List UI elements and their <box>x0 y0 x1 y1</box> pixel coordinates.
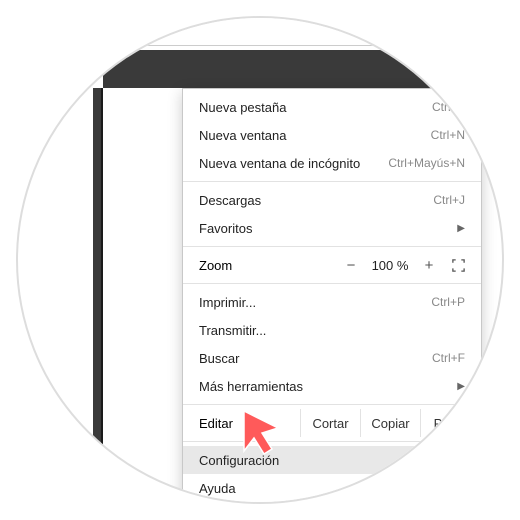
shortcut: Ctrl+N <box>431 128 465 142</box>
separator <box>183 441 481 442</box>
menu-label: Más herramientas <box>199 379 303 394</box>
submenu-arrow-icon: ▶ <box>457 223 465 234</box>
shortcut: Ctrl+Mayús+N <box>388 156 465 170</box>
menu-label: Nueva pestaña <box>199 100 286 115</box>
browser-window <box>103 16 502 88</box>
shortcut: Ctrl+F <box>432 351 465 365</box>
menu-label: Ayuda <box>199 481 236 496</box>
separator <box>183 283 481 284</box>
menu-item-new-tab[interactable]: Nueva pestaña Ctrl+T <box>183 93 481 121</box>
chrome-menu: Nueva pestaña Ctrl+T Nueva ventana Ctrl+… <box>182 88 482 504</box>
menu-item-print[interactable]: Imprimir... Ctrl+P <box>183 288 481 316</box>
menu-label: Nueva ventana de incógnito <box>199 156 360 171</box>
zoom-value: 100 % <box>365 258 415 273</box>
menu-item-incognito[interactable]: Nueva ventana de incógnito Ctrl+Mayús+N <box>183 149 481 177</box>
menu-label: Buscar <box>199 351 239 366</box>
shortcut: Ctrl+J <box>433 193 465 207</box>
menu-label: Imprimir... <box>199 295 256 310</box>
menu-item-bookmarks[interactable]: Favoritos ▶ <box>183 214 481 242</box>
menu-item-new-window[interactable]: Nueva ventana Ctrl+N <box>183 121 481 149</box>
menu-item-cast[interactable]: Transmitir... <box>183 316 481 344</box>
menu-item-downloads[interactable]: Descargas Ctrl+J <box>183 186 481 214</box>
window-titlebar <box>103 16 502 46</box>
separator <box>183 181 481 182</box>
zoom-in-button[interactable]: + <box>415 257 443 274</box>
menu-label: Zoom <box>199 258 337 273</box>
menu-item-find[interactable]: Buscar Ctrl+F <box>183 344 481 372</box>
menu-label: Descargas <box>199 193 261 208</box>
menu-item-edit: Editar Cortar Copiar Pegar <box>183 409 481 437</box>
menu-label: Nueva ventana <box>199 128 286 143</box>
maximize-button[interactable] <box>446 16 474 41</box>
minimize-button[interactable] <box>398 16 426 41</box>
fullscreen-button[interactable] <box>443 258 473 273</box>
window-edge <box>93 88 103 502</box>
menu-item-help[interactable]: Ayuda ▶ <box>183 474 481 502</box>
edit-cut-button[interactable]: Cortar <box>301 409 361 437</box>
submenu-arrow-icon: ▶ <box>457 381 465 392</box>
zoom-out-button[interactable]: − <box>337 257 365 274</box>
bookmark-star-icon[interactable] <box>419 60 435 79</box>
menu-label: Favoritos <box>199 221 252 236</box>
menu-button[interactable] <box>473 58 484 81</box>
separator <box>183 404 481 405</box>
shortcut: Ctrl+T <box>432 100 465 114</box>
shortcut: Ctrl+P <box>431 295 465 309</box>
menu-label: Transmitir... <box>199 323 266 338</box>
edit-paste-button[interactable]: Pegar <box>421 409 481 437</box>
menu-label: Editar <box>183 409 301 437</box>
toolbar <box>103 50 502 88</box>
edit-copy-button[interactable]: Copiar <box>361 409 421 437</box>
separator <box>183 246 481 247</box>
submenu-arrow-icon: ▶ <box>457 483 465 494</box>
menu-label: Configuración <box>199 453 279 468</box>
menu-item-zoom: Zoom − 100 % + <box>183 251 481 279</box>
menu-item-settings[interactable]: Configuración <box>183 446 481 474</box>
menu-item-more-tools[interactable]: Más herramientas ▶ <box>183 372 481 400</box>
shield-icon[interactable] <box>445 59 463 80</box>
